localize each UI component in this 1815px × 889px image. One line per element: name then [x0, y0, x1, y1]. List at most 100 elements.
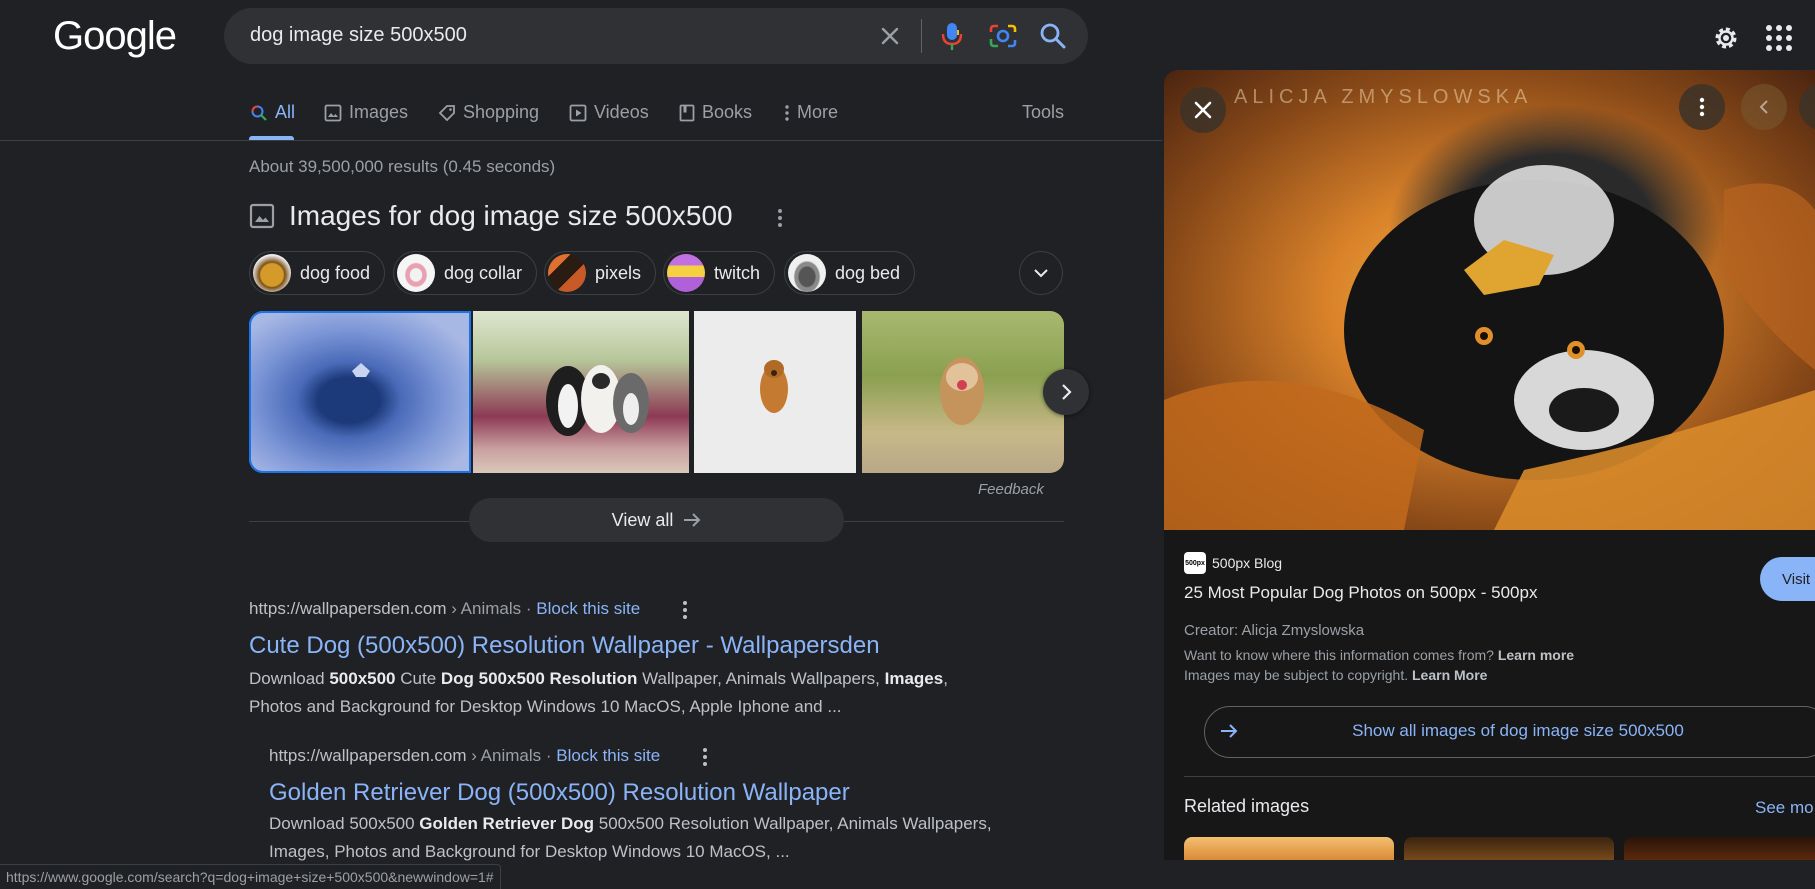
chip-thumbnail — [548, 254, 586, 292]
learn-more-link[interactable]: Learn More — [1412, 667, 1487, 683]
arrow-right-icon — [684, 513, 701, 527]
chevron-down-icon — [1034, 269, 1048, 278]
chip-label: dog collar — [444, 262, 523, 283]
images-next-button[interactable] — [1043, 369, 1089, 415]
tab-more[interactable]: More — [784, 102, 838, 123]
result-title-link[interactable]: Cute Dog (500x500) Resolution Wallpaper … — [249, 632, 880, 660]
play-icon — [569, 104, 587, 121]
chevron-right-icon — [1062, 384, 1072, 400]
block-site-link[interactable]: Block this site — [536, 599, 640, 618]
snippet-text: Photos and Background for Desktop Window… — [249, 697, 842, 716]
image-result-thumbnail[interactable] — [862, 311, 1064, 473]
snippet-text: Images, Photos and Background for Deskto… — [269, 842, 790, 861]
clear-icon[interactable] — [876, 22, 904, 50]
result-title-link[interactable]: Golden Retriever Dog (500x500) Resolutio… — [269, 779, 850, 807]
tab-tools[interactable]: Tools — [1022, 102, 1064, 123]
chip-dog-food[interactable]: dog food — [249, 251, 386, 295]
more-options-icon[interactable] — [676, 599, 694, 621]
snippet-highlight: Images — [884, 669, 944, 688]
preview-image[interactable] — [1164, 70, 1815, 530]
search-input[interactable]: dog image size 500x500 — [250, 24, 467, 47]
panel-divider — [1184, 776, 1815, 777]
related-image-thumbnail[interactable] — [1624, 837, 1815, 860]
info-text: Want to know where this information come… — [1184, 647, 1494, 663]
settings-gear-icon[interactable] — [1710, 22, 1742, 54]
source-favicon: 500px — [1184, 552, 1206, 574]
book-icon — [679, 104, 695, 121]
chip-thumbnail — [667, 254, 705, 292]
chip-pixels[interactable]: pixels — [544, 251, 657, 295]
tab-all-label: All — [275, 102, 296, 122]
cite-separator: · — [525, 599, 532, 618]
view-all-button[interactable]: View all — [469, 498, 844, 542]
chip-twitch[interactable]: twitch — [663, 251, 776, 295]
chip-label: pixels — [595, 262, 642, 283]
image-title-link[interactable]: 25 Most Popular Dog Photos on 500px - 50… — [1184, 583, 1537, 603]
chevron-left-icon — [1759, 100, 1768, 114]
block-site-link[interactable]: Block this site — [556, 746, 660, 765]
tabs-divider — [0, 140, 1162, 141]
close-panel-button[interactable] — [1180, 87, 1226, 133]
more-options-icon[interactable] — [696, 746, 714, 768]
view-all-label: View all — [611, 509, 674, 530]
image-icon — [249, 203, 275, 229]
previous-image-button[interactable] — [1741, 84, 1787, 130]
tab-images[interactable]: Images — [324, 102, 408, 123]
all-search-icon — [251, 105, 267, 121]
tab-videos-label: Videos — [594, 102, 649, 122]
result-url[interactable]: https://wallpapersden.com — [269, 746, 467, 765]
photo-watermark: ALICJA ZMYSLOWSKA — [1234, 86, 1533, 108]
result-breadcrumb: › Animals — [446, 599, 522, 618]
image-preview-panel: ALICJA ZMYSLOWSKA 500px 500px Blog 25 Mo… — [1164, 70, 1815, 860]
show-all-label: Show all images of dog image size 500x50… — [1352, 721, 1684, 740]
image-result-thumbnail[interactable] — [473, 311, 689, 473]
panel-more-options-button[interactable] — [1679, 84, 1725, 130]
image-result-thumbnail[interactable] — [694, 311, 856, 473]
result-url[interactable]: https://wallpapersden.com — [249, 599, 447, 618]
snippet-text: Wallpaper, Animals Wallpapers, — [637, 669, 885, 688]
image-result-thumbnail[interactable] — [249, 311, 471, 473]
show-all-images-button[interactable]: Show all images of dog image size 500x50… — [1204, 706, 1815, 758]
more-vert-icon — [1699, 97, 1705, 117]
tab-shopping[interactable]: Shopping — [438, 102, 539, 123]
tab-tools-label: Tools — [1022, 102, 1065, 122]
lens-camera-icon[interactable] — [988, 22, 1018, 50]
tab-images-label: Images — [349, 102, 409, 122]
snippet-text: Cute — [395, 669, 441, 688]
related-image-thumbnail[interactable] — [1404, 837, 1614, 860]
related-images-heading: Related images — [1184, 796, 1310, 816]
source-name[interactable]: 500px Blog — [1212, 555, 1282, 571]
snippet-highlight: Golden Retriever Dog — [419, 814, 595, 833]
search-bar[interactable]: dog image size 500x500 — [224, 8, 1088, 64]
visit-button[interactable]: Visit — [1760, 557, 1815, 601]
chip-label: twitch — [714, 262, 761, 283]
more-options-icon[interactable] — [770, 206, 790, 230]
cite-separator: · — [545, 746, 552, 765]
tab-all[interactable]: All — [250, 102, 295, 123]
see-more-link[interactable]: See mo — [1755, 798, 1814, 818]
result-cite[interactable]: https://wallpapersden.com › Animals · Bl… — [269, 746, 660, 766]
tab-videos[interactable]: Videos — [569, 102, 649, 123]
chip-thumbnail — [253, 254, 291, 292]
microphone-icon[interactable] — [940, 20, 964, 52]
chip-dog-collar[interactable]: dog collar — [393, 251, 538, 295]
google-apps-icon[interactable] — [1765, 24, 1793, 52]
snippet-text: , — [943, 669, 948, 688]
learn-more-link[interactable]: Learn more — [1498, 647, 1574, 663]
tag-icon — [438, 104, 455, 121]
image-icon — [324, 104, 342, 121]
snippet-highlight: 500x500 — [329, 669, 396, 688]
result-snippet: Download 500x500 Golden Retriever Dog 50… — [269, 810, 1029, 866]
feedback-link[interactable]: Feedback — [978, 481, 1044, 498]
related-image-thumbnail[interactable] — [1184, 837, 1394, 860]
images-section-heading: Images for dog image size 500x500 — [289, 200, 733, 231]
tab-books[interactable]: Books — [679, 102, 752, 123]
info-source-text: Want to know where this information come… — [1184, 647, 1574, 663]
result-snippet: Download 500x500 Cute Dog 500x500 Resolu… — [249, 665, 1009, 721]
expand-chips-button[interactable] — [1019, 251, 1063, 295]
result-cite[interactable]: https://wallpapersden.com › Animals · Bl… — [249, 599, 640, 619]
google-logo[interactable]: Google — [53, 14, 177, 59]
chip-dog-bed[interactable]: dog bed — [784, 251, 916, 295]
search-icon[interactable] — [1038, 21, 1068, 51]
tab-shopping-label: Shopping — [463, 102, 540, 122]
